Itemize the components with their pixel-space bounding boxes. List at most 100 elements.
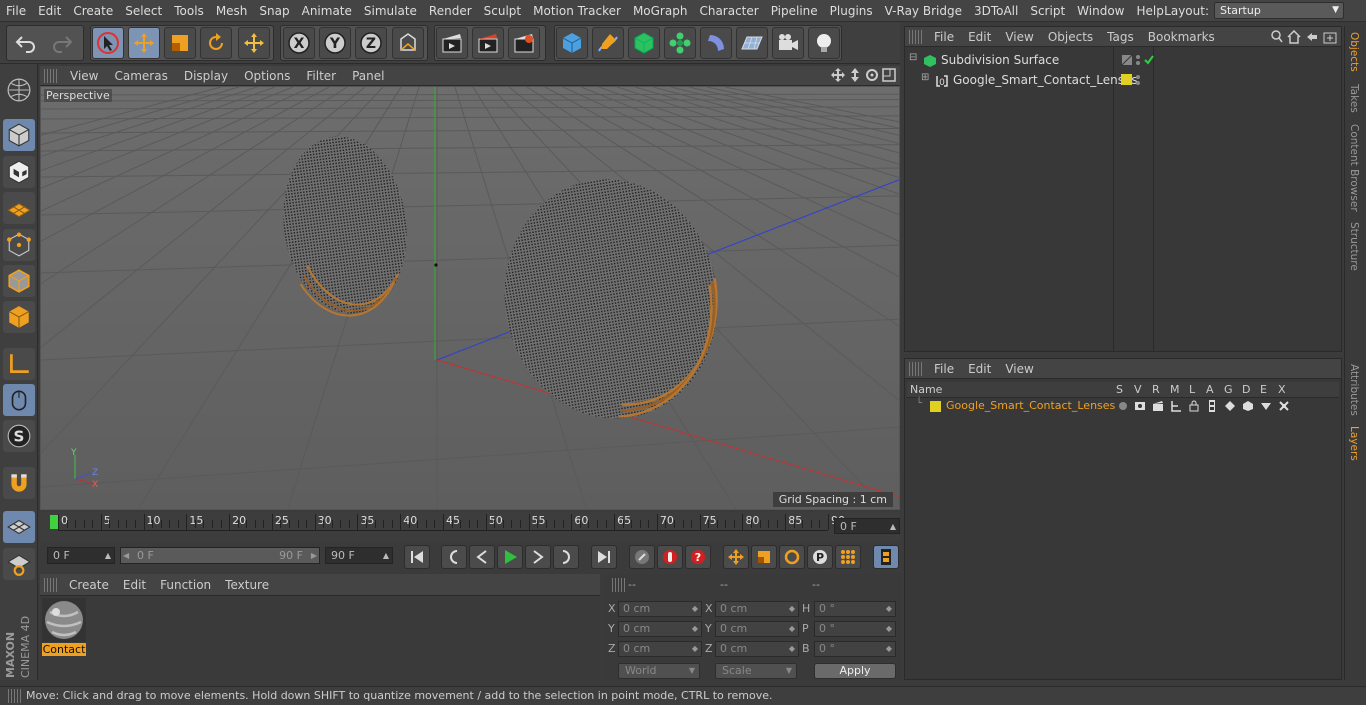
points-mode-button[interactable]	[3, 229, 35, 261]
pan-view-icon[interactable]	[831, 68, 845, 82]
solo-button[interactable]: S	[3, 420, 35, 452]
animation-film-icon[interactable]	[1206, 400, 1218, 412]
menu-motion-tracker[interactable]: Motion Tracker	[527, 4, 627, 18]
render-view-button[interactable]	[436, 27, 468, 59]
menu-plugins[interactable]: Plugins	[824, 4, 879, 18]
menu-script[interactable]: Script	[1024, 4, 1071, 18]
viewport-menu-filter[interactable]: Filter	[298, 69, 344, 83]
record-active-objects-button[interactable]	[629, 545, 655, 569]
layer-color-swatch[interactable]	[1121, 74, 1132, 85]
rotation-p-field[interactable]: 0 ° ◆	[814, 621, 896, 637]
layer-color-swatch[interactable]	[930, 401, 941, 412]
render-settings-button[interactable]	[508, 27, 540, 59]
layer-menu-file[interactable]: File	[927, 362, 961, 376]
panel-grip-icon[interactable]	[8, 689, 22, 703]
menu-vray-bridge[interactable]: V-Ray Bridge	[879, 4, 968, 18]
menu-mesh[interactable]: Mesh	[210, 4, 254, 18]
autokey-button[interactable]	[657, 545, 683, 569]
lock-icon[interactable]	[1188, 400, 1200, 412]
eye-icon[interactable]	[1134, 400, 1146, 412]
visibility-toggle-icon[interactable]	[1121, 54, 1133, 66]
layer-menu-edit[interactable]: Edit	[961, 362, 998, 376]
manager-tree-icon[interactable]	[1170, 400, 1182, 412]
new-window-icon[interactable]	[1323, 30, 1337, 44]
material-menu-texture[interactable]: Texture	[218, 578, 276, 592]
model-mode-button[interactable]	[3, 119, 35, 151]
object-menu-tags[interactable]: Tags	[1100, 30, 1141, 44]
position-z-field[interactable]: 0 cm ◆	[618, 641, 702, 657]
previous-keyframe-button[interactable]	[441, 545, 467, 569]
size-z-field[interactable]: 0 cm ◆	[715, 641, 799, 657]
live-selection-button[interactable]	[92, 27, 124, 59]
previous-frame-button[interactable]	[469, 545, 495, 569]
render-dots-icon[interactable]	[1135, 74, 1141, 86]
home-icon[interactable]	[1287, 30, 1301, 44]
panel-grip-icon[interactable]	[909, 29, 923, 44]
object-name[interactable]: Google_Smart_Contact_Lenses	[953, 73, 1138, 87]
add-cube-button[interactable]	[556, 27, 588, 59]
3d-viewport[interactable]: Y Z X Perspective Grid Spacing : 1 cm	[40, 86, 900, 510]
material-menu-create[interactable]: Create	[62, 578, 116, 592]
layer-col-render[interactable]: R	[1152, 383, 1160, 396]
apply-button[interactable]: Apply	[814, 663, 896, 679]
key-rotation-button[interactable]	[779, 545, 805, 569]
menu-window[interactable]: Window	[1071, 4, 1130, 18]
viewport-menu-cameras[interactable]: Cameras	[106, 69, 175, 83]
coordinate-system-button[interactable]	[392, 27, 424, 59]
max-frame-field[interactable]: 90 F ▲	[325, 547, 393, 564]
y-axis-lock-button[interactable]: Y	[319, 27, 351, 59]
position-x-field[interactable]: 0 cm ◆	[618, 601, 702, 617]
menu-tools[interactable]: Tools	[168, 4, 210, 18]
object-menu-view[interactable]: View	[998, 30, 1040, 44]
viewport-menu-options[interactable]: Options	[236, 69, 298, 83]
timeline-ruler[interactable]: 051015202530354045505560657075808590 0 F…	[40, 512, 900, 542]
key-scale-button[interactable]	[751, 545, 777, 569]
render-clapper-icon[interactable]	[1152, 400, 1164, 412]
min-frame-field[interactable]: 0 F ▲	[47, 547, 115, 564]
size-x-field[interactable]: 0 cm ◆	[715, 601, 799, 617]
frame-range-slider[interactable]: ◀ 0 F 90 F ▶	[120, 547, 320, 564]
tab-objects[interactable]: Objects	[1348, 32, 1360, 72]
go-to-end-button[interactable]	[591, 545, 617, 569]
panel-grip-icon[interactable]	[612, 578, 626, 592]
go-to-start-button[interactable]	[404, 545, 430, 569]
keyframe-selection-button[interactable]: ?	[685, 545, 711, 569]
panel-grip-icon[interactable]	[44, 577, 58, 592]
layer-col-name[interactable]: Name	[910, 383, 942, 396]
layout-select[interactable]: Startup ▼	[1214, 2, 1344, 19]
z-axis-lock-button[interactable]: Z	[355, 27, 387, 59]
position-y-field[interactable]: 0 cm ◆	[618, 621, 702, 637]
locked-workplane-button[interactable]	[3, 548, 35, 580]
size-mode-select[interactable]: Scale ▼	[715, 663, 797, 679]
layer-col-locked[interactable]: L	[1189, 383, 1195, 396]
add-deformer-button[interactable]	[700, 27, 732, 59]
viewport-scene[interactable]: Y Z X	[41, 87, 900, 510]
viewport-camera-label[interactable]: Perspective	[44, 89, 112, 102]
collapse-icon[interactable]: ⊟	[909, 52, 917, 63]
tab-content-browser[interactable]: Content Browser	[1348, 124, 1360, 212]
texture-mode-button[interactable]	[3, 156, 35, 188]
play-forward-button[interactable]	[497, 545, 523, 569]
tab-attributes[interactable]: Attributes	[1348, 364, 1360, 416]
xref-icon[interactable]	[1278, 400, 1290, 412]
menu-character[interactable]: Character	[693, 4, 764, 18]
layer-col-deformers[interactable]: D	[1242, 383, 1250, 396]
rotate-view-icon[interactable]	[865, 68, 879, 82]
render-dots-icon[interactable]	[1135, 54, 1141, 66]
layer-col-animation[interactable]: A	[1206, 383, 1214, 396]
object-name[interactable]: Subdivision Surface	[941, 53, 1059, 67]
menu-render[interactable]: Render	[423, 4, 478, 18]
polygons-mode-button[interactable]	[3, 301, 35, 333]
rotate-tool-button[interactable]	[200, 27, 232, 59]
checkmark-icon[interactable]	[1143, 54, 1155, 66]
undo-button[interactable]	[10, 27, 42, 59]
rotation-b-field[interactable]: 0 ° ◆	[814, 641, 896, 657]
object-row-subdivision-surface[interactable]: ⊟ Subdivision Surface	[907, 52, 1337, 70]
key-point-level-button[interactable]	[835, 545, 861, 569]
solo-dot-icon[interactable]	[1118, 401, 1128, 411]
next-frame-button[interactable]	[525, 545, 551, 569]
layer-col-generators[interactable]: G	[1224, 383, 1233, 396]
coordinate-mode-select[interactable]: World ▼	[618, 663, 700, 679]
add-camera-button[interactable]	[772, 27, 804, 59]
maximize-view-icon[interactable]	[882, 68, 896, 82]
